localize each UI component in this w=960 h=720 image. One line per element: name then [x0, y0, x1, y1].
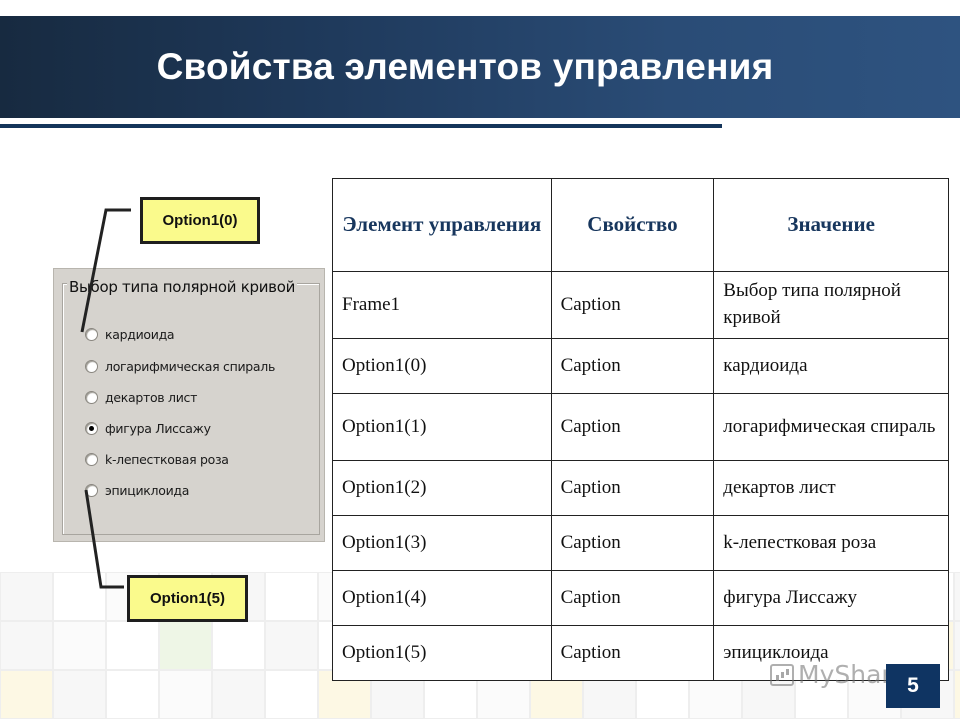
background-tile — [265, 572, 318, 621]
background-tile — [954, 621, 960, 670]
background-tile — [212, 670, 265, 719]
cell-property: Caption — [550, 338, 715, 394]
background-tile — [159, 670, 212, 719]
radio-button-icon[interactable] — [85, 359, 98, 373]
header-value: Значение — [713, 178, 949, 272]
radio-button-icon[interactable] — [85, 327, 98, 341]
table-row: Option1(2) Caption декартов лист — [332, 460, 949, 516]
table-header-row: Элемент управления Свойство Значение — [332, 178, 949, 272]
cell-value: k-лепестковая роза — [713, 515, 949, 571]
option-label: эпициклоида — [105, 482, 190, 498]
cell-control: Option1(0) — [332, 338, 552, 394]
cell-control: Option1(2) — [332, 460, 552, 516]
presentation-chart-icon — [770, 663, 794, 686]
option-label: логарифмическая спираль — [105, 358, 276, 374]
table-row: Option1(3) Caption k-лепестковая роза — [332, 515, 949, 571]
background-tile — [0, 621, 53, 670]
option-rose[interactable]: k-лепестковая роза — [85, 449, 229, 469]
background-tile — [53, 572, 106, 621]
header-underline — [0, 124, 722, 128]
cell-property: Caption — [550, 515, 715, 571]
option-cardioid[interactable]: кардиоида — [85, 324, 175, 344]
cell-value: Выбор типа полярной кривой — [713, 271, 949, 339]
background-tile — [53, 621, 106, 670]
background-tile — [53, 670, 106, 719]
cell-control: Option1(5) — [332, 625, 552, 681]
cell-control: Frame1 — [332, 271, 552, 339]
slide-number: 5 — [886, 664, 940, 708]
callout-label: Option1(5) — [150, 590, 225, 607]
background-tile — [954, 670, 960, 719]
cell-property: Caption — [550, 271, 715, 339]
cell-control: Option1(3) — [332, 515, 552, 571]
cell-property: Caption — [550, 570, 715, 626]
page-title: Свойства элементов управления — [156, 46, 774, 87]
frame-groupbox: кардиоида логарифмическая спираль декарт… — [62, 283, 320, 535]
option-lissajous[interactable]: фигура Лиссажу — [85, 418, 211, 438]
background-tile — [0, 572, 53, 621]
radio-button-checked-icon[interactable] — [85, 421, 98, 435]
background-tile — [159, 621, 212, 670]
option-folium[interactable]: декартов лист — [85, 387, 197, 407]
option-log-spiral[interactable]: логарифмическая спираль — [85, 356, 275, 376]
radio-button-icon[interactable] — [85, 390, 98, 404]
cell-value: фигура Лиссажу — [713, 570, 949, 626]
callout-option-0: Option1(0) — [140, 197, 260, 244]
radio-button-icon[interactable] — [85, 452, 98, 466]
background-tile — [265, 621, 318, 670]
option-label: кардиоида — [105, 326, 175, 342]
header-property: Свойство — [550, 178, 715, 272]
option-label: декартов лист — [105, 389, 198, 405]
radio-button-icon[interactable] — [85, 483, 98, 497]
cell-control: Option1(4) — [332, 570, 552, 626]
cell-value: логарифмическая спираль — [713, 393, 949, 461]
cell-value: кардиоида — [713, 338, 949, 394]
option-label: фигура Лиссажу — [105, 420, 211, 436]
cell-property: Caption — [550, 393, 715, 461]
cell-property: Caption — [550, 460, 715, 516]
option-epicycloid[interactable]: эпициклоида — [85, 480, 189, 500]
background-tile — [265, 670, 318, 719]
callout-label: Option1(0) — [162, 212, 238, 229]
cell-control: Option1(1) — [332, 393, 552, 461]
table-row: Option1(4) Caption фигура Лиссажу — [332, 570, 949, 626]
background-tile — [212, 621, 265, 670]
option-label: k-лепестковая роза — [105, 451, 229, 467]
frame-caption: Выбор типа полярной кривой — [67, 278, 298, 296]
properties-table: Элемент управления Свойство Значение Fra… — [332, 178, 949, 681]
background-tile — [106, 670, 159, 719]
background-tile — [954, 572, 960, 621]
callout-option-5: Option1(5) — [127, 575, 248, 622]
table-row: Option1(1) Caption логарифмическая спира… — [332, 393, 949, 461]
table-row: Frame1 Caption Выбор типа полярной криво… — [332, 271, 949, 339]
polar-curve-frame: кардиоида логарифмическая спираль декарт… — [53, 268, 325, 542]
cell-property: Caption — [550, 625, 715, 681]
cell-value: декартов лист — [713, 460, 949, 516]
header-control: Элемент управления — [332, 178, 552, 272]
background-tile — [0, 670, 53, 719]
background-tile — [106, 621, 159, 670]
table-row: Option1(0) Caption кардиоида — [332, 338, 949, 394]
